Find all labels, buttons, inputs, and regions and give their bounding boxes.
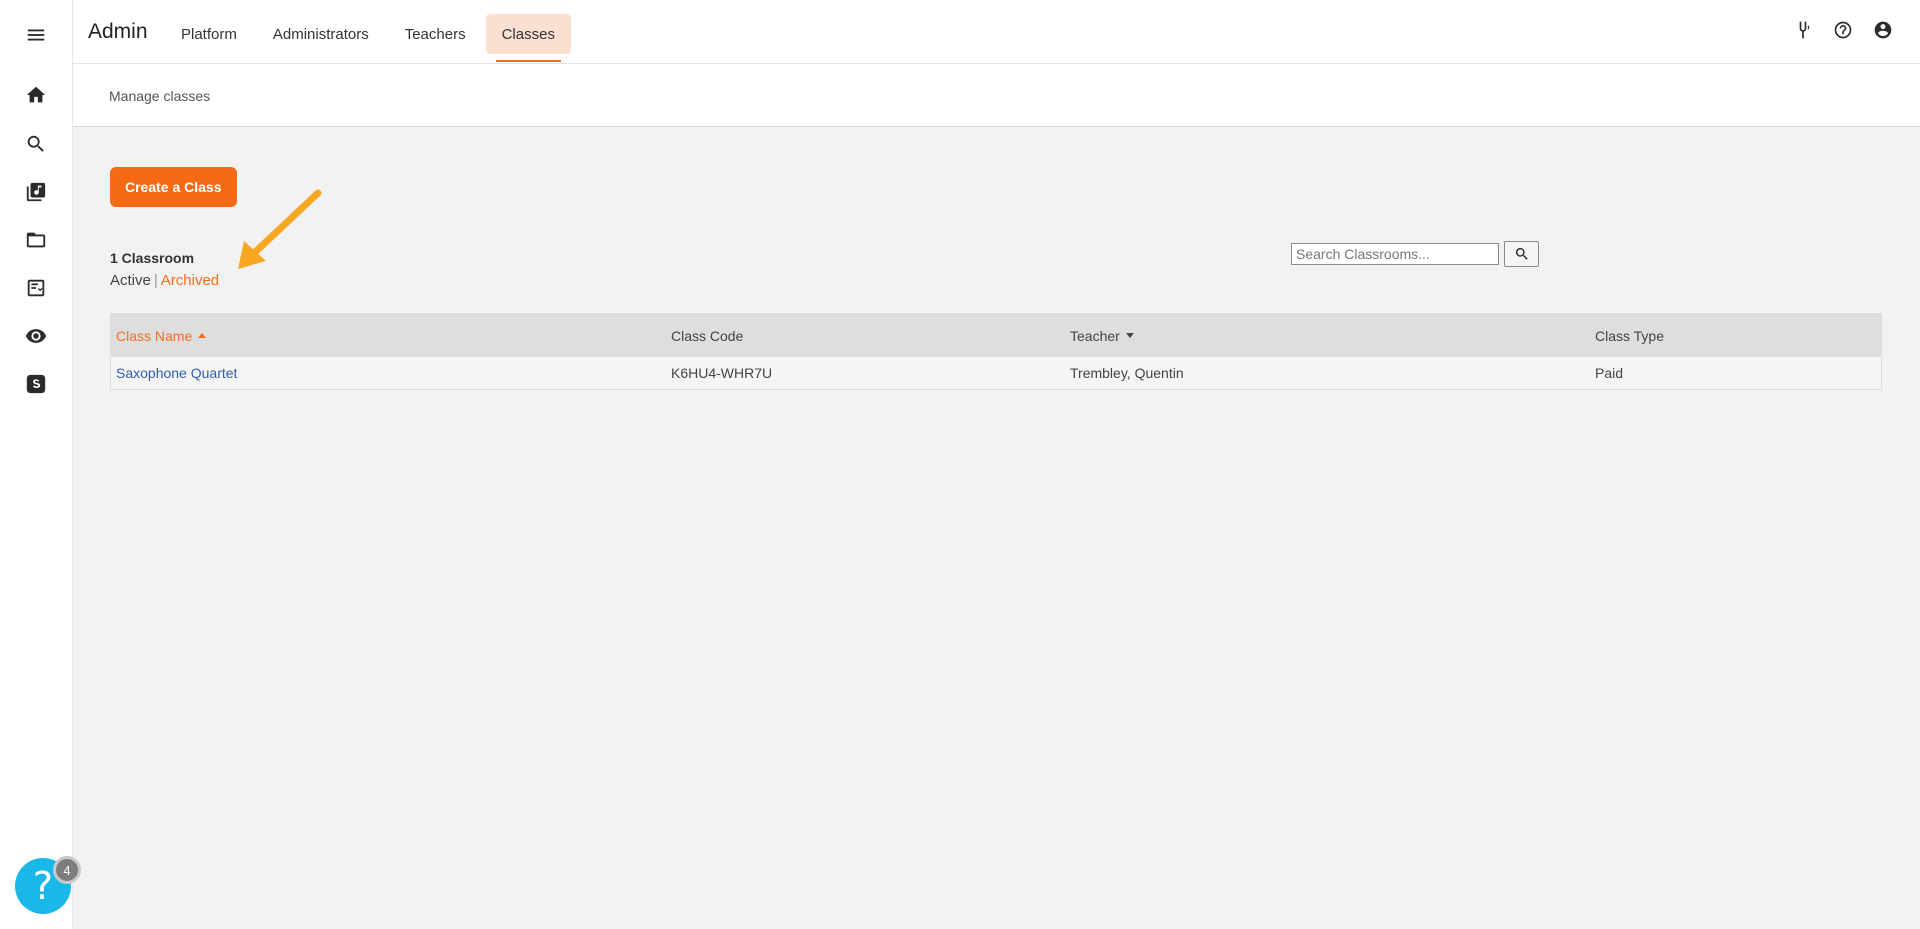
- column-class-type: Class Type: [1590, 328, 1881, 344]
- top-nav: Platform Administrators Teachers Classes: [165, 14, 575, 62]
- class-type-cell: Paid: [1595, 365, 1624, 381]
- column-label: Class Name: [116, 327, 193, 344]
- notification-badge: 4: [53, 856, 81, 884]
- filter-archived[interactable]: Archived: [161, 272, 219, 289]
- main-content: Create a Class 1 Classroom Active | Archiv…: [73, 127, 1920, 929]
- search-bar: [1291, 241, 1539, 267]
- folder-icon[interactable]: [22, 226, 50, 254]
- column-class-name[interactable]: Class Name: [111, 328, 666, 344]
- classes-table: Class Name Class Code Teacher Class Type…: [110, 313, 1882, 390]
- column-label: Class Type: [1595, 327, 1664, 344]
- table-header: Class Name Class Code Teacher Class Type: [111, 314, 1881, 357]
- column-teacher[interactable]: Teacher: [1065, 328, 1590, 344]
- sort-ascending-icon: [198, 333, 207, 338]
- assignment-icon[interactable]: [22, 274, 50, 302]
- nav-platform[interactable]: Platform: [165, 14, 253, 54]
- filter-active[interactable]: Active: [110, 272, 151, 289]
- menu-icon[interactable]: [22, 21, 50, 49]
- help-circle-icon[interactable]: [1833, 20, 1853, 40]
- smartmusic-logo-icon[interactable]: [22, 370, 50, 398]
- top-bar: Admin Platform Administrators Teachers C…: [73, 0, 1920, 64]
- sidebar: [0, 0, 73, 929]
- table-row: Saxophone Quartet K6HU4-WHR7U Trembley, …: [111, 357, 1881, 389]
- search-icon: [1515, 248, 1528, 260]
- eye-icon[interactable]: [22, 322, 50, 350]
- account-icon[interactable]: [1873, 20, 1893, 40]
- search-input[interactable]: [1291, 243, 1499, 265]
- column-label: Teacher: [1070, 327, 1120, 344]
- class-filter: Active | Archived: [110, 272, 219, 289]
- classroom-count: 1 Classroom: [110, 250, 195, 266]
- nav-administrators[interactable]: Administrators: [257, 14, 385, 54]
- filter-separator: |: [153, 272, 158, 289]
- annotation-arrow-icon: [238, 189, 322, 269]
- create-class-button[interactable]: Create a Class: [110, 167, 237, 207]
- music-library-icon[interactable]: [22, 178, 50, 206]
- teacher-cell: Trembley, Quentin: [1070, 365, 1184, 381]
- subheader: Manage classes: [73, 64, 1920, 127]
- page-title: Manage classes: [109, 88, 211, 104]
- nav-teachers[interactable]: Teachers: [389, 14, 482, 54]
- tuning-fork-icon[interactable]: [1793, 20, 1813, 40]
- search-button[interactable]: [1504, 241, 1539, 267]
- class-name-link[interactable]: Saxophone Quartet: [116, 365, 237, 381]
- sort-descending-icon: [1125, 333, 1134, 338]
- column-label: Class Code: [671, 327, 744, 344]
- search-icon[interactable]: [22, 130, 50, 158]
- nav-classes[interactable]: Classes: [485, 14, 571, 62]
- app-title: Admin: [88, 20, 148, 43]
- column-class-code: Class Code: [666, 328, 1065, 344]
- home-icon[interactable]: [22, 81, 50, 109]
- class-code-cell: K6HU4-WHR7U: [671, 365, 773, 381]
- top-icons: [1793, 20, 1893, 40]
